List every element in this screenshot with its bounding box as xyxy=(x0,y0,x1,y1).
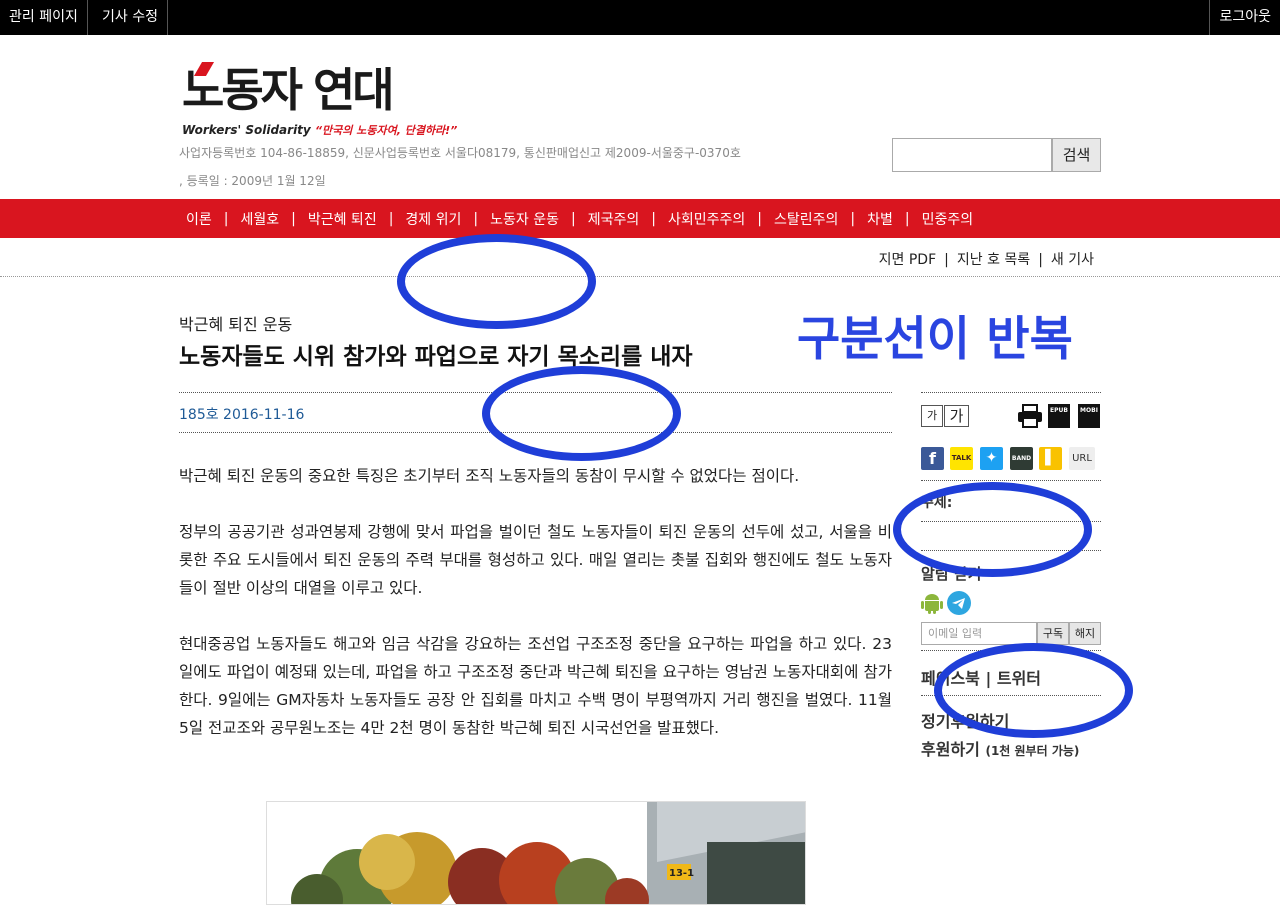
nav-item-theory[interactable]: 이론 xyxy=(186,209,212,229)
print-icon[interactable] xyxy=(1017,404,1043,428)
annotation-ellipse xyxy=(893,482,1092,577)
logo-slogan: “만국의 노동자여, 단결하라!” xyxy=(314,124,458,137)
article-paragraph: 박근혜 퇴진 운동의 중요한 특징은 초기부터 조직 노동자들의 동참이 무시할… xyxy=(179,467,800,485)
nav-item-stalinism[interactable]: 스탈린주의 xyxy=(774,209,838,229)
url-label: URL xyxy=(1072,453,1092,464)
mobi-label: MOBI xyxy=(1080,407,1098,414)
url-copy-icon[interactable]: URL xyxy=(1069,447,1095,470)
nav-separator: | xyxy=(223,210,229,227)
divider xyxy=(0,276,1280,277)
nav-item-park-resign[interactable]: 박근혜 퇴진 xyxy=(308,209,377,229)
article-title: 노동자들도 시위 참가와 파업으로 자기 목소리를 내자 xyxy=(179,344,693,370)
nav-separator: | xyxy=(850,210,856,227)
new-articles-link[interactable]: 새 기사 xyxy=(1051,252,1094,268)
telegram-icon[interactable] xyxy=(947,591,971,615)
nav-item-sewol[interactable]: 세월호 xyxy=(240,209,279,229)
annotation-label: 구분선이 반복 xyxy=(797,312,1073,367)
logo-english: Workers' Solidarity xyxy=(182,123,311,137)
talk-label: TALK xyxy=(951,454,972,462)
nav-item-economic-crisis[interactable]: 경제 위기 xyxy=(405,209,461,229)
site-logo[interactable]: 노동자 연대 Workers' Solidarity “만국의 노동자여, 단결… xyxy=(182,60,457,140)
article-body: 박근혜 퇴진 운동의 중요한 특징은 초기부터 조직 노동자들의 동참이 무시할… xyxy=(179,462,892,770)
logo-wordmark: 노동자 연대 xyxy=(182,63,395,117)
band-icon[interactable]: BAND xyxy=(1010,447,1033,470)
facebook-icon[interactable]: f xyxy=(921,447,944,470)
annotation-ellipse xyxy=(482,366,681,461)
nav-list: 이론 | 세월호 | 박근혜 퇴진 | 경제 위기 | 노동자 운동 | 제국주의 | 사회… xyxy=(186,199,973,238)
donate-link[interactable]: 후원하기 (1천 원부터 가능) xyxy=(921,736,1079,760)
band-label: BAND xyxy=(1011,455,1032,462)
font-size-small-button[interactable]: 가 xyxy=(921,405,943,427)
nav-item-populism[interactable]: 민중주의 xyxy=(922,209,974,229)
nav-separator: | xyxy=(570,210,576,227)
subscribe-button[interactable]: 구독 xyxy=(1037,622,1069,645)
article-category[interactable]: 박근혜 퇴진 운동 xyxy=(179,311,292,335)
logo-subtitle: Workers' Solidarity “만국의 노동자여, 단결하라!” xyxy=(182,122,457,138)
subnav-separator: | xyxy=(944,252,949,268)
main-nav: 이론 | 세월호 | 박근혜 퇴진 | 경제 위기 | 노동자 운동 | 제국주의 | 사회… xyxy=(0,199,1280,238)
unsubscribe-button[interactable]: 해지 xyxy=(1069,622,1101,645)
nav-separator: | xyxy=(904,210,910,227)
epub-icon[interactable]: EPUB xyxy=(1048,404,1070,428)
sidebar-divider xyxy=(921,480,1101,481)
nav-item-imperialism[interactable]: 제국주의 xyxy=(588,209,640,229)
nav-item-discrimination[interactable]: 차별 xyxy=(867,209,893,229)
kakaotalk-icon[interactable]: TALK xyxy=(950,447,973,470)
admin-page-link[interactable]: 관리 페이지 xyxy=(0,0,88,35)
epub-label: EPUB xyxy=(1050,407,1068,414)
photo-sign-text: 13-1 xyxy=(669,868,694,879)
registration-date: , 등록일 : 2009년 1월 12일 xyxy=(179,174,326,188)
android-icon[interactable] xyxy=(921,592,943,614)
email-input[interactable]: 이메일 입력 xyxy=(921,622,1037,645)
search-button[interactable]: 검색 xyxy=(1052,138,1101,172)
kakaostory-icon[interactable]: ▌ xyxy=(1039,447,1062,470)
photo-illustration: 13-1 xyxy=(267,802,805,904)
nav-separator: | xyxy=(473,210,479,227)
search-input[interactable] xyxy=(892,138,1052,172)
logout-link[interactable]: 로그아웃 xyxy=(1209,0,1280,35)
twitter-icon[interactable]: ✦ xyxy=(980,447,1003,470)
admin-bar: 관리 페이지 기사 수정 로그아웃 xyxy=(0,0,1280,35)
nav-separator: | xyxy=(651,210,656,227)
article-paragraph: 정부의 공공기관 성과연봉제 강행에 맞서 파업을 벌이던 철도 노동자들이 퇴… xyxy=(179,523,892,597)
sub-nav: 지면 PDF | 지난 호 목록 | 새 기사 xyxy=(875,249,1094,269)
annotation-ellipse xyxy=(934,643,1133,738)
font-size-large-button[interactable]: 가 xyxy=(944,405,969,427)
sidebar-divider xyxy=(921,392,1101,393)
nav-separator: | xyxy=(388,210,394,227)
nav-separator: | xyxy=(291,210,296,227)
article-paragraph: 현대중공업 노동자들도 해고와 임금 삭감을 강요하는 조선업 구조조정 중단을… xyxy=(179,635,892,737)
subnav-separator: | xyxy=(1038,252,1043,268)
registration-info: 사업자등록번호 104-86-18859, 신문사업등록번호 서울다08179,… xyxy=(179,146,741,160)
nav-item-social-democracy[interactable]: 사회민주주의 xyxy=(668,209,745,229)
edit-article-link[interactable]: 기사 수정 xyxy=(93,0,168,35)
nav-separator: | xyxy=(757,210,762,227)
article-photo: 13-1 xyxy=(266,801,806,905)
past-issues-link[interactable]: 지난 호 목록 xyxy=(957,252,1030,268)
nav-item-labor-movement[interactable]: 노동자 운동 xyxy=(490,209,559,229)
mobi-icon[interactable]: MOBI xyxy=(1078,404,1100,428)
issue-date[interactable]: 185호 2016-11-16 xyxy=(179,404,304,424)
donate-label: 후원하기 xyxy=(921,740,980,759)
annotation-ellipse xyxy=(397,234,596,329)
donate-note: (1천 원부터 가능) xyxy=(985,744,1080,758)
pdf-link[interactable]: 지면 PDF xyxy=(879,252,937,268)
